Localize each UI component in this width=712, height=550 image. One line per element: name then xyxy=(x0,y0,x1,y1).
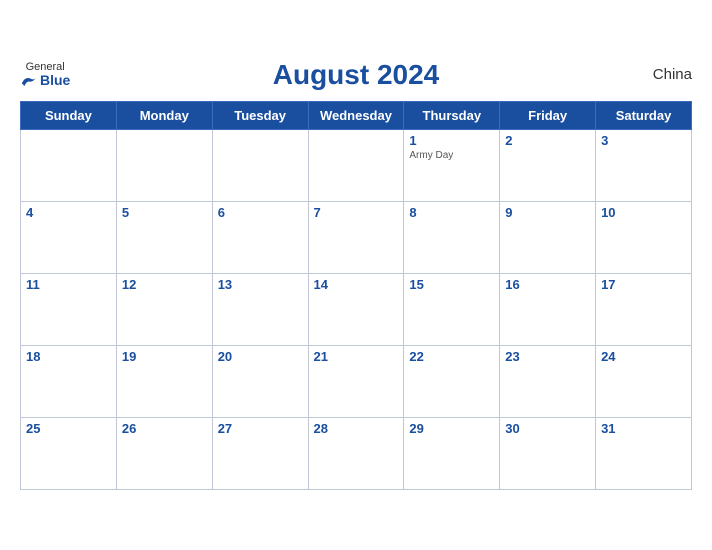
day-cell: 16 xyxy=(500,273,596,345)
day-cell: 24 xyxy=(596,345,692,417)
weekday-header-row: SundayMondayTuesdayWednesdayThursdayFrid… xyxy=(21,101,692,129)
day-number: 14 xyxy=(314,277,399,292)
logo-area: General Blue xyxy=(20,61,70,88)
day-number: 11 xyxy=(26,277,111,292)
day-number: 26 xyxy=(122,421,207,436)
day-cell: 26 xyxy=(116,417,212,489)
day-cell xyxy=(308,129,404,201)
day-cell: 18 xyxy=(21,345,117,417)
country-label: China xyxy=(653,66,692,83)
weekday-header-wednesday: Wednesday xyxy=(308,101,404,129)
day-number: 5 xyxy=(122,205,207,220)
week-row-3: 11 12 13 14 15 16 17 xyxy=(21,273,692,345)
day-cell: 27 xyxy=(212,417,308,489)
day-number: 24 xyxy=(601,349,686,364)
day-number: 25 xyxy=(26,421,111,436)
day-cell: 14 xyxy=(308,273,404,345)
day-number: 21 xyxy=(314,349,399,364)
day-cell: 10 xyxy=(596,201,692,273)
weekday-header-saturday: Saturday xyxy=(596,101,692,129)
day-cell: 1 Army Day xyxy=(404,129,500,201)
day-cell xyxy=(21,129,117,201)
day-cell: 19 xyxy=(116,345,212,417)
day-number: 10 xyxy=(601,205,686,220)
day-cell: 28 xyxy=(308,417,404,489)
day-event: Army Day xyxy=(409,150,494,161)
day-number: 19 xyxy=(122,349,207,364)
day-cell: 31 xyxy=(596,417,692,489)
day-number: 22 xyxy=(409,349,494,364)
day-cell: 11 xyxy=(21,273,117,345)
day-number: 29 xyxy=(409,421,494,436)
weekday-header-sunday: Sunday xyxy=(21,101,117,129)
day-cell: 23 xyxy=(500,345,596,417)
week-row-2: 456789 10 xyxy=(21,201,692,273)
day-cell: 3 xyxy=(596,129,692,201)
day-cell xyxy=(212,129,308,201)
day-number: 1 xyxy=(409,133,494,148)
day-cell: 30 xyxy=(500,417,596,489)
day-number: 2 xyxy=(505,133,590,148)
calendar-table: SundayMondayTuesdayWednesdayThursdayFrid… xyxy=(20,101,692,490)
day-number: 17 xyxy=(601,277,686,292)
day-number: 20 xyxy=(218,349,303,364)
day-cell: 20 xyxy=(212,345,308,417)
day-cell: 13 xyxy=(212,273,308,345)
day-cell: 8 xyxy=(404,201,500,273)
logo-bird-icon xyxy=(20,74,38,88)
day-cell: 17 xyxy=(596,273,692,345)
day-number: 4 xyxy=(26,205,111,220)
day-number: 6 xyxy=(218,205,303,220)
day-number: 18 xyxy=(26,349,111,364)
day-cell xyxy=(116,129,212,201)
day-number: 16 xyxy=(505,277,590,292)
day-cell: 29 xyxy=(404,417,500,489)
day-cell: 22 xyxy=(404,345,500,417)
day-number: 12 xyxy=(122,277,207,292)
weekday-header-thursday: Thursday xyxy=(404,101,500,129)
day-number: 23 xyxy=(505,349,590,364)
calendar-wrapper: General Blue August 2024 China SundayMon… xyxy=(0,41,712,510)
day-number: 7 xyxy=(314,205,399,220)
calendar-title: August 2024 xyxy=(273,59,440,91)
day-number: 15 xyxy=(409,277,494,292)
day-number: 30 xyxy=(505,421,590,436)
day-number: 13 xyxy=(218,277,303,292)
day-cell: 4 xyxy=(21,201,117,273)
day-cell: 21 xyxy=(308,345,404,417)
day-cell: 2 xyxy=(500,129,596,201)
day-cell: 15 xyxy=(404,273,500,345)
day-number: 31 xyxy=(601,421,686,436)
day-number: 8 xyxy=(409,205,494,220)
week-row-1: 1 Army Day 23 xyxy=(21,129,692,201)
day-cell: 5 xyxy=(116,201,212,273)
weekday-header-friday: Friday xyxy=(500,101,596,129)
day-number: 3 xyxy=(601,133,686,148)
day-cell: 9 xyxy=(500,201,596,273)
weekday-header-monday: Monday xyxy=(116,101,212,129)
day-cell: 6 xyxy=(212,201,308,273)
day-cell: 7 xyxy=(308,201,404,273)
week-row-4: 18 19 20 21 22 23 24 xyxy=(21,345,692,417)
day-cell: 12 xyxy=(116,273,212,345)
logo-blue-text: Blue xyxy=(20,73,70,88)
calendar-header: General Blue August 2024 China xyxy=(20,59,692,91)
day-cell: 25 xyxy=(21,417,117,489)
week-row-5: 25 26 27 28 29 30 31 xyxy=(21,417,692,489)
weekday-header-tuesday: Tuesday xyxy=(212,101,308,129)
day-number: 28 xyxy=(314,421,399,436)
day-number: 9 xyxy=(505,205,590,220)
day-number: 27 xyxy=(218,421,303,436)
